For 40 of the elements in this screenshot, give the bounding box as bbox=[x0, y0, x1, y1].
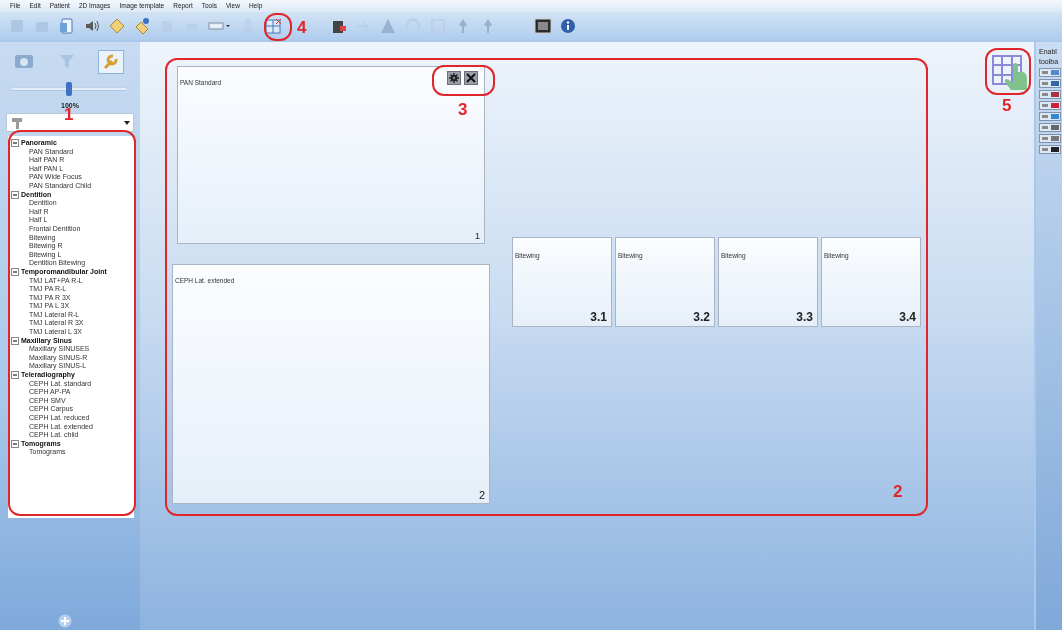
toolbar-thumbnail-icon[interactable] bbox=[1039, 68, 1061, 77]
toolbar-thumbnail-icon[interactable] bbox=[1039, 90, 1061, 99]
settings-button[interactable] bbox=[447, 71, 461, 85]
toolbar-thumbnail-icon[interactable] bbox=[1039, 79, 1061, 88]
info-icon[interactable] bbox=[559, 17, 577, 35]
add-icon[interactable] bbox=[58, 614, 72, 628]
highlight-ring bbox=[264, 13, 292, 41]
highlight-ring bbox=[985, 48, 1031, 95]
slot-number: 3.4 bbox=[899, 310, 916, 324]
slot-number: 3.1 bbox=[590, 310, 607, 324]
document-icon[interactable] bbox=[58, 17, 76, 35]
diamond-person-icon[interactable] bbox=[133, 17, 151, 35]
settings-icon bbox=[449, 73, 459, 83]
close-button[interactable] bbox=[464, 71, 478, 85]
grid-icon[interactable] bbox=[264, 17, 282, 35]
diamond-icon[interactable] bbox=[108, 17, 126, 35]
image-icon[interactable] bbox=[534, 17, 552, 35]
annotation-number: 3 bbox=[458, 101, 468, 118]
toolbar-thumbnail-icon[interactable] bbox=[1039, 123, 1061, 132]
annotation-number: 2 bbox=[893, 483, 903, 500]
annotation-number: 5 bbox=[1002, 97, 1012, 114]
wrench-icon[interactable] bbox=[98, 50, 124, 74]
collapse-icon[interactable] bbox=[11, 440, 19, 449]
close-icon bbox=[466, 73, 476, 83]
toolbar-thumbnail-icon[interactable] bbox=[1039, 112, 1061, 121]
annotation-number: 4 bbox=[297, 19, 307, 36]
collapse-icon[interactable] bbox=[11, 371, 19, 380]
toolbar-thumbnail-icon[interactable] bbox=[1039, 134, 1061, 143]
slot-number: 3.2 bbox=[693, 310, 710, 324]
slot-number: 3.3 bbox=[796, 310, 813, 324]
collapse-icon[interactable] bbox=[11, 139, 19, 148]
collapse-icon[interactable] bbox=[11, 268, 19, 277]
caret-icon bbox=[124, 120, 130, 125]
slot-number: 2 bbox=[478, 489, 485, 501]
collapse-icon[interactable] bbox=[11, 336, 19, 345]
toolbar-thumbnail-icon[interactable] bbox=[1039, 101, 1061, 110]
layout-grid-icon[interactable] bbox=[989, 52, 1029, 92]
collapse-icon[interactable] bbox=[11, 190, 19, 199]
toolbar-thumbnail-icon[interactable] bbox=[1039, 145, 1061, 154]
slot-number: 1 bbox=[475, 231, 480, 241]
